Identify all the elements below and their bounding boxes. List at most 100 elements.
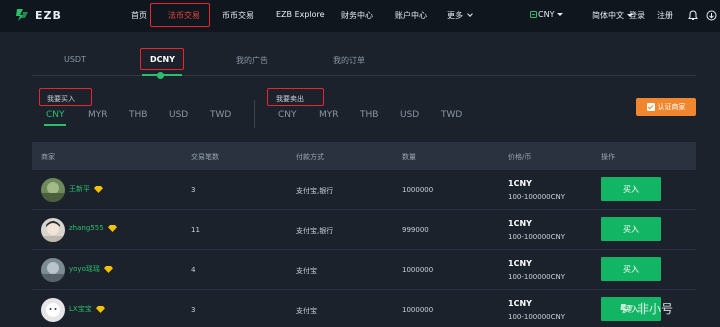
nav-more-label: 更多 bbox=[447, 11, 463, 20]
nav-home[interactable]: 首页 bbox=[131, 10, 147, 21]
payment-method: 支付宝 bbox=[296, 307, 317, 315]
buy-button[interactable]: 买入 bbox=[601, 217, 661, 241]
limit-range: 100-100000CNY bbox=[508, 313, 566, 321]
main-content: USDT DCNY 我的广告 我的订单 我要买入 CNY MYR THB USD… bbox=[0, 32, 720, 327]
watermark-text: 非小号 bbox=[637, 302, 674, 316]
limit-range: 100-100000CNY bbox=[508, 193, 566, 201]
limit-range: 100-100000CNY bbox=[508, 273, 566, 281]
diamond-icon bbox=[94, 185, 103, 193]
table-row: LX宝宝 3 支付宝 1000000 1CNY 100-100000CNY 买入 bbox=[32, 290, 696, 327]
avatar bbox=[41, 258, 65, 282]
header-merchant: 商家 bbox=[41, 153, 55, 161]
tabs-divider bbox=[32, 75, 696, 76]
diamond-icon bbox=[107, 224, 117, 232]
ezb-logo-icon bbox=[16, 9, 28, 21]
nav-ezb-explore[interactable]: EZB Explore bbox=[276, 10, 325, 19]
logo-text: EZB bbox=[35, 8, 62, 22]
quantity: 1000000 bbox=[402, 266, 434, 274]
download-icon[interactable] bbox=[706, 10, 717, 21]
quantity: 999000 bbox=[402, 226, 429, 234]
payment-method: 支付宝,银行 bbox=[296, 227, 334, 235]
highlight-box-nav bbox=[150, 3, 210, 27]
tab-my-orders[interactable]: 我的订单 bbox=[333, 55, 365, 66]
language-select-value: 简体中文 bbox=[592, 11, 624, 20]
merchant-name-text: LX宝宝 bbox=[69, 305, 92, 313]
header-trades: 交易笔数 bbox=[191, 153, 219, 161]
table-header: 商家 交易笔数 付款方式 数量 价格/币 操作 bbox=[32, 142, 696, 170]
merchant-name[interactable]: zhang555 bbox=[69, 224, 117, 232]
merchant-name[interactable]: 王新平 bbox=[69, 184, 103, 194]
table-row: 王新平 3 支付宝,银行 1000000 1CNY 100-100000CNY … bbox=[32, 170, 696, 210]
merchant-name-text: zhang555 bbox=[69, 224, 104, 232]
buy-currency-thb[interactable]: THB bbox=[129, 110, 147, 120]
avatar bbox=[41, 178, 65, 202]
login-link[interactable]: 登录 bbox=[629, 10, 645, 21]
currency-toggle-icon bbox=[530, 11, 537, 18]
tab-my-ads[interactable]: 我的广告 bbox=[236, 55, 268, 66]
header-quantity: 数量 bbox=[402, 153, 416, 161]
nav-more[interactable]: 更多 bbox=[447, 10, 473, 21]
quantity: 1000000 bbox=[402, 186, 434, 194]
sell-currency-usd[interactable]: USD bbox=[400, 110, 419, 120]
certificate-icon bbox=[646, 103, 655, 111]
buy-button[interactable]: 买入 bbox=[601, 177, 661, 201]
bell-icon[interactable] bbox=[688, 10, 698, 21]
unit-price: 1CNY bbox=[508, 259, 532, 268]
tab-active-dot bbox=[157, 72, 164, 79]
highlight-box-buy bbox=[39, 88, 92, 106]
nav-account[interactable]: 账户中心 bbox=[395, 10, 427, 21]
sell-currency-twd[interactable]: TWD bbox=[441, 110, 462, 120]
trade-count: 3 bbox=[191, 186, 196, 194]
quantity: 1000000 bbox=[402, 306, 434, 314]
unit-price: 1CNY bbox=[508, 179, 532, 188]
watermark: 非小号 bbox=[620, 300, 673, 317]
trade-count: 4 bbox=[191, 266, 196, 274]
trade-count: 11 bbox=[191, 226, 200, 234]
logo[interactable]: EZB bbox=[14, 7, 62, 23]
sell-currency-cny[interactable]: CNY bbox=[278, 110, 297, 120]
buy-currency-indicator bbox=[44, 124, 66, 126]
header-price: 价格/币 bbox=[508, 153, 532, 161]
certified-merchant-label: 认证商家 bbox=[657, 103, 686, 111]
buy-currency-myr[interactable]: MYR bbox=[88, 110, 108, 120]
highlight-box-sell bbox=[267, 88, 324, 106]
certified-merchant-button[interactable]: 认证商家 bbox=[636, 98, 696, 116]
table-row: yoyo瑶瑶 4 支付宝 1000000 1CNY 100-100000CNY … bbox=[32, 250, 696, 290]
top-nav: EZB 首页 法币交易 币币交易 EZB Explore 财务中心 账户中心 更… bbox=[0, 0, 720, 32]
unit-price: 1CNY bbox=[508, 219, 532, 228]
payment-method: 支付宝 bbox=[296, 267, 317, 275]
table-row: zhang555 11 支付宝,银行 999000 1CNY 100-10000… bbox=[32, 210, 696, 250]
nav-finance[interactable]: 财务中心 bbox=[341, 10, 373, 21]
payment-method: 支付宝,银行 bbox=[296, 187, 334, 195]
header-payment: 付款方式 bbox=[296, 153, 324, 161]
section-divider bbox=[254, 100, 255, 128]
currency-select[interactable]: CNY bbox=[530, 10, 564, 19]
tab-usdt[interactable]: USDT bbox=[64, 55, 86, 64]
chevron-down-icon bbox=[467, 11, 473, 17]
merchant-name-text: 王新平 bbox=[69, 185, 90, 193]
nav-coin-trade[interactable]: 币币交易 bbox=[222, 10, 254, 21]
register-link[interactable]: 注册 bbox=[657, 10, 673, 21]
limit-range: 100-100000CNY bbox=[508, 233, 566, 241]
diamond-icon bbox=[103, 265, 113, 273]
highlight-box-tab bbox=[140, 48, 184, 70]
avatar bbox=[41, 298, 65, 322]
language-select[interactable]: 简体中文 bbox=[592, 10, 633, 21]
buy-currency-usd[interactable]: USD bbox=[169, 110, 188, 120]
diamond-icon bbox=[95, 305, 105, 313]
buy-currency-cny[interactable]: CNY bbox=[46, 110, 65, 120]
merchant-name-text: yoyo瑶瑶 bbox=[69, 265, 100, 273]
trade-count: 3 bbox=[191, 306, 196, 314]
avatar bbox=[41, 218, 65, 242]
caret-down-icon bbox=[557, 13, 564, 16]
unit-price: 1CNY bbox=[508, 299, 532, 308]
watermark-logo-icon bbox=[620, 303, 633, 314]
sell-currency-thb[interactable]: THB bbox=[360, 110, 378, 120]
merchant-name[interactable]: LX宝宝 bbox=[69, 304, 105, 314]
buy-currency-twd[interactable]: TWD bbox=[210, 110, 231, 120]
header-action: 操作 bbox=[601, 153, 615, 161]
sell-currency-myr[interactable]: MYR bbox=[319, 110, 339, 120]
merchant-name[interactable]: yoyo瑶瑶 bbox=[69, 264, 113, 274]
currency-select-value: CNY bbox=[538, 10, 555, 19]
buy-button[interactable]: 买入 bbox=[601, 257, 661, 281]
